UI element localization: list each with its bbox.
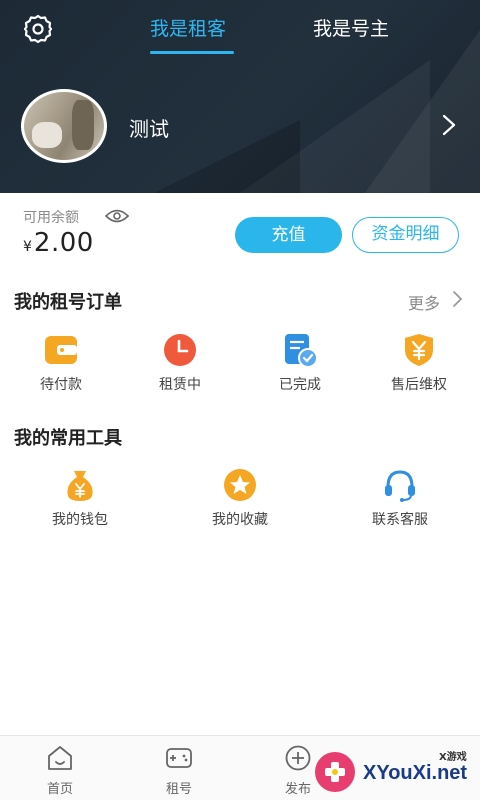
order-renting[interactable]: 租赁中 xyxy=(130,332,230,394)
order-after-sales[interactable]: 售后维权 xyxy=(369,332,469,394)
nav-label: 首页 xyxy=(46,782,73,797)
watermark: X游戏 XYouXi.net xyxy=(305,742,480,800)
order-status-label: 待付款 xyxy=(40,377,82,393)
balance-amount: 2.00 xyxy=(33,228,94,258)
orders-section-title: 我的租号订单 xyxy=(14,292,122,313)
home-icon xyxy=(48,746,72,770)
profile-header: 我是租客 我是号主 测试 xyxy=(0,0,480,193)
nav-rent[interactable]: 租号 xyxy=(139,744,219,797)
tools-section-title: 我的常用工具 xyxy=(14,428,122,449)
order-pending-payment[interactable]: 待付款 xyxy=(11,332,111,394)
completed-doc-icon xyxy=(285,334,318,368)
shield-yuan-icon xyxy=(405,334,433,366)
order-status-label: 已完成 xyxy=(279,377,321,393)
header-decoration xyxy=(360,30,480,193)
gamepad-icon xyxy=(166,748,192,768)
balance-label: 可用余额 xyxy=(23,210,79,226)
avatar-photo-detail xyxy=(32,122,62,148)
gear-icon[interactable] xyxy=(22,13,54,45)
tool-label: 我的钱包 xyxy=(52,512,108,528)
money-bag-icon xyxy=(67,471,93,501)
order-status-label: 租赁中 xyxy=(159,377,201,393)
chevron-right-icon[interactable] xyxy=(438,112,460,138)
watermark-text: XYouXi.net xyxy=(363,762,468,784)
currency-symbol: ¥ xyxy=(23,239,32,255)
tab-owner[interactable]: 我是号主 xyxy=(313,14,389,50)
avatar-photo-detail xyxy=(72,100,94,150)
star-icon xyxy=(224,469,256,501)
tool-label: 我的收藏 xyxy=(212,512,268,528)
fund-details-button[interactable]: 资金明细 xyxy=(352,217,459,253)
tool-wallet[interactable]: 我的钱包 xyxy=(30,467,130,529)
order-status-label: 售后维权 xyxy=(391,377,447,393)
nav-label: 租号 xyxy=(165,782,192,797)
order-completed[interactable]: 已完成 xyxy=(250,332,350,394)
balance-value: ¥2.00 xyxy=(23,228,94,258)
clock-icon xyxy=(164,334,196,366)
more-link[interactable]: 更多 xyxy=(408,290,440,314)
username[interactable]: 测试 xyxy=(129,113,169,142)
chevron-right-icon[interactable] xyxy=(451,290,463,308)
watermark-small-text: X游戏 xyxy=(439,752,467,763)
active-tab-indicator xyxy=(150,51,234,54)
nav-home[interactable]: 首页 xyxy=(20,744,100,797)
tool-favorites[interactable]: 我的收藏 xyxy=(190,467,290,529)
tool-label: 联系客服 xyxy=(372,512,428,528)
watermark-logo-icon xyxy=(315,752,355,792)
avatar[interactable] xyxy=(21,89,107,163)
tab-renter[interactable]: 我是租客 xyxy=(150,14,226,50)
recharge-button[interactable]: 充值 xyxy=(235,217,342,253)
eye-icon[interactable] xyxy=(105,208,129,224)
headset-icon xyxy=(385,470,415,502)
wallet-icon xyxy=(45,336,77,364)
tool-customer-service[interactable]: 联系客服 xyxy=(350,467,450,529)
